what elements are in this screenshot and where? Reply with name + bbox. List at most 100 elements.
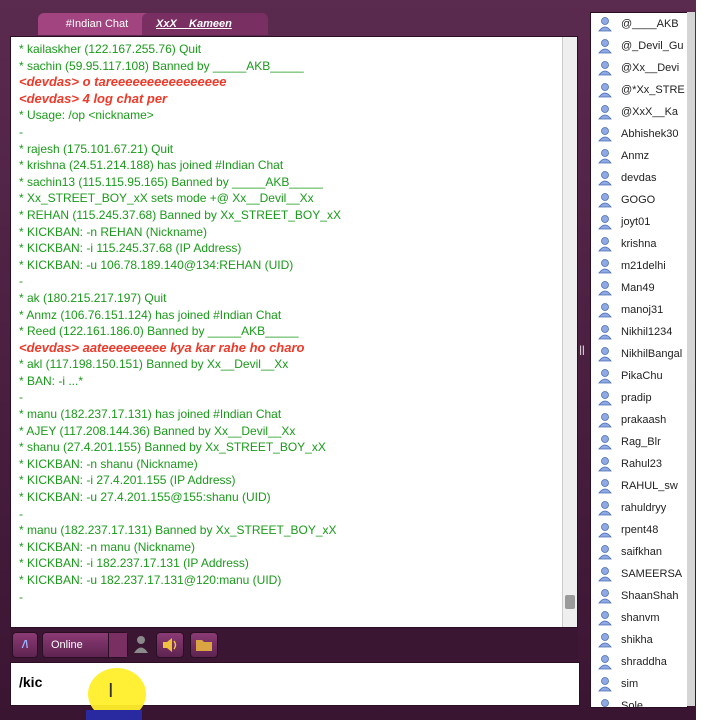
user-list-item[interactable]: devdas [591, 167, 687, 189]
pane-splitter[interactable]: || [578, 345, 586, 365]
user-list-item[interactable]: Rag_Blr [591, 431, 687, 453]
chat-line: <devdas> 4 log chat per [19, 90, 168, 106]
user-list-item[interactable]: GOGO [591, 189, 687, 211]
user-name: Rag_Blr [621, 436, 661, 448]
user-silhouette-icon[interactable] [132, 634, 150, 654]
chat-line: - [19, 124, 23, 139]
sound-button[interactable] [156, 632, 184, 658]
user-list-item[interactable]: rahuldryy [591, 497, 687, 519]
user-icon [598, 655, 612, 670]
chat-line: * manu (182.237.17.131) Banned by Xx_STR… [19, 523, 337, 538]
chat-line: - [19, 589, 23, 604]
chat-line: * KICKBAN: -n manu (Nickname) [19, 539, 196, 554]
user-list-item[interactable]: @Xx__Devi [591, 57, 687, 79]
user-name: Anmz [621, 150, 650, 162]
user-icon [598, 17, 612, 32]
user-list-item[interactable]: Rahul23 [591, 453, 687, 475]
user-list-item[interactable]: @XxX__Ka [591, 101, 687, 123]
user-icon [598, 303, 612, 318]
user-list-item[interactable]: shikha [591, 629, 687, 651]
user-icon [598, 545, 612, 560]
user-icon [598, 369, 612, 384]
user-name: saifkhan [621, 546, 662, 558]
file-button[interactable] [190, 632, 218, 658]
user-list-item[interactable]: rpent48 [591, 519, 687, 541]
user-name: pradip [621, 392, 652, 404]
user-name: Rahul23 [621, 458, 662, 470]
user-list-item[interactable]: saifkhan [591, 541, 687, 563]
user-list-item[interactable]: shanvm [591, 607, 687, 629]
user-name: prakaash [621, 414, 667, 426]
user-icon [598, 281, 612, 296]
user-icon [598, 611, 612, 626]
user-list-item[interactable]: ShaanShah [591, 585, 687, 607]
user-list-item[interactable]: @_Devil_Gu [591, 35, 687, 57]
user-list-item[interactable]: m21delhi [591, 255, 687, 277]
chat-scrollbar[interactable] [562, 37, 577, 627]
user-icon [598, 83, 612, 98]
user-icon [598, 479, 612, 494]
user-list-item[interactable]: shraddha [591, 651, 687, 673]
chat-line: <devdas> o tareeeeeeeeeeeeeeee [19, 74, 227, 90]
chat-line: * KICKBAN: -u 182.237.17.131@120:manu (U… [19, 573, 282, 587]
user-list-item[interactable]: sim [591, 673, 687, 695]
user-icon [598, 435, 612, 450]
tab-private-chat[interactable]: XxX__Kameen [142, 13, 268, 35]
chat-line: * KICKBAN: -i 27.4.201.155 (IP Address) [19, 473, 236, 488]
window-edge [696, 0, 720, 720]
user-name: shikha [621, 634, 653, 646]
speaker-icon [163, 638, 177, 652]
user-list-item[interactable]: Nikhil1234 [591, 321, 687, 343]
logo-icon: /\ [21, 639, 29, 651]
user-icon [598, 325, 612, 340]
chat-toolbar: /\ Online [10, 628, 578, 660]
user-list-item[interactable]: RAHUL_sw [591, 475, 687, 497]
user-list-item[interactable]: Man49 [591, 277, 687, 299]
user-list-item[interactable]: pradip [591, 387, 687, 409]
user-name: NikhilBangal [621, 348, 683, 360]
user-icon [598, 501, 612, 516]
chat-line: * KICKBAN: -i 115.245.37.68 (IP Address) [19, 241, 242, 256]
user-list-item[interactable]: PikaChu [591, 365, 687, 387]
chat-line: - [19, 506, 23, 521]
user-list-item[interactable]: krishna [591, 233, 687, 255]
mouse-highlight-bar [86, 710, 142, 720]
user-list-item[interactable]: Anmz [591, 145, 687, 167]
chat-lines: * kailaskher (122.167.255.76) Quit * sach… [11, 37, 563, 627]
user-list-item[interactable]: Abhishek30 [591, 123, 687, 145]
chat-line: * Reed (122.161.186.0) Banned by _____AK… [19, 324, 299, 339]
user-list-item[interactable]: manoj31 [591, 299, 687, 321]
user-icon [598, 39, 612, 54]
user-icon [598, 215, 612, 230]
chat-line: * BAN: -i ...* [19, 373, 84, 388]
user-name: sim [621, 678, 639, 690]
user-icon [598, 413, 612, 428]
user-list-item[interactable]: prakaash [591, 409, 687, 431]
user-list-item[interactable]: joyt01 [591, 211, 687, 233]
user-name: @Xx__Devi [621, 62, 680, 74]
user-list-item[interactable]: Sole [591, 695, 687, 708]
status-select[interactable]: Online [42, 632, 128, 658]
user-list-scrollbar[interactable] [687, 12, 695, 706]
user-list-item[interactable]: SAMEERSA [591, 563, 687, 585]
chat-line: * REHAN (115.245.37.68) Banned by Xx_STR… [19, 207, 341, 222]
user-icon [598, 457, 612, 472]
user-name: krishna [621, 238, 657, 250]
chat-line: * KICKBAN: -i 182.237.17.131 (IP Address… [19, 556, 249, 571]
tab-indian-chat[interactable]: #Indian Chat [38, 13, 156, 35]
user-list-item[interactable]: @*Xx_STRE [591, 79, 687, 101]
user-list[interactable]: @____AKB @_Devil_Gu @Xx__Devi @*Xx_STRE @XxX… [590, 12, 688, 708]
user-icon [598, 61, 612, 76]
user-name: Sole [621, 700, 644, 708]
user-list-item[interactable]: NikhilBangal [591, 343, 687, 365]
user-icon [598, 677, 612, 692]
chat-line: - [19, 390, 23, 405]
chat-line: * Xx_STREET_BOY_xX sets mode +@ Xx__Devi… [19, 191, 314, 206]
user-name: @XxX__Ka [621, 106, 679, 118]
status-label: Online [51, 639, 83, 651]
logo-button[interactable]: /\ [12, 632, 38, 658]
user-list-item[interactable]: @____AKB [591, 13, 687, 35]
chat-scroll-thumb[interactable] [565, 595, 575, 609]
chat-line: * KICKBAN: -n REHAN (Nickname) [19, 224, 208, 239]
user-name: shanvm [621, 612, 660, 624]
